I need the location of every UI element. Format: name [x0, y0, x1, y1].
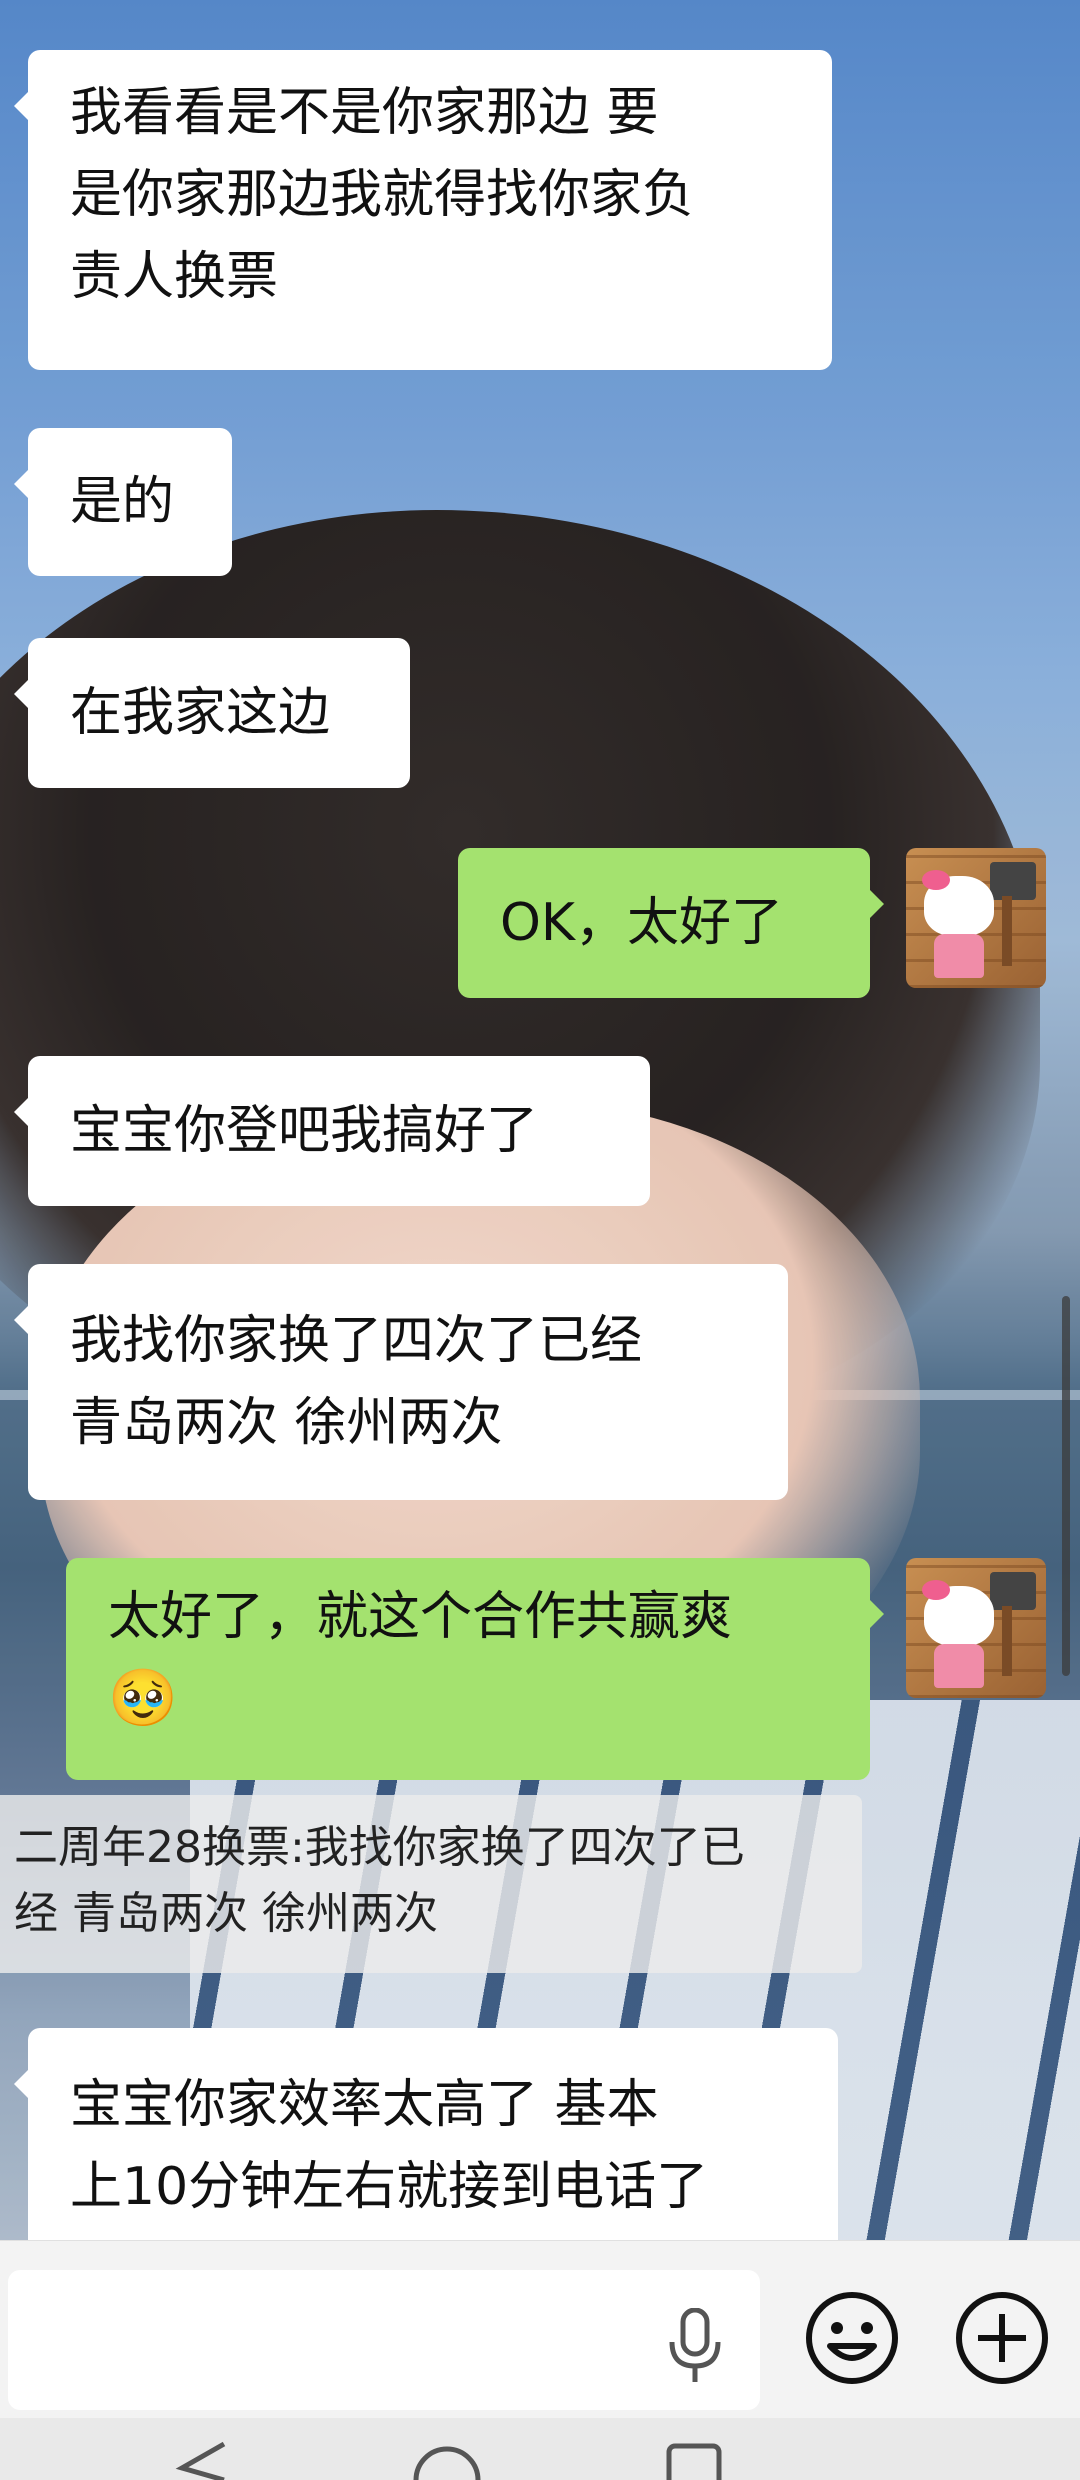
chat-scrollbar[interactable]	[1062, 1296, 1070, 1676]
message-line: 太好了，就这个合作共赢爽	[108, 1587, 733, 1647]
avatar-bow	[922, 870, 950, 890]
incoming-message[interactable]: 我看看是不是你家那边 要 是你家那边我就得找你家负 责人换票	[14, 50, 832, 370]
avatar-bow	[922, 1580, 950, 1600]
message-line: 是你家那边我就得找你家负	[70, 165, 695, 225]
message-line: 🥹	[108, 1666, 178, 1731]
plus-icon[interactable]	[954, 2290, 1050, 2386]
incoming-message[interactable]: 我找你家换了四次了已经 青岛两次 徐州两次	[14, 1264, 788, 1500]
message-line: 宝宝你家效率太高了 基本	[70, 2075, 659, 2135]
message-text: 在我家这边	[70, 683, 331, 743]
message-line: 青岛两次 徐州两次	[70, 1393, 503, 1453]
incoming-message[interactable]: 宝宝你登吧我搞好了	[14, 1056, 650, 1206]
message-line: 我找你家换了四次了已经	[70, 1311, 643, 1371]
avatar-dress	[934, 934, 984, 978]
message-input[interactable]	[8, 2270, 760, 2410]
quoted-reply[interactable]: 二周年28换票:我找你家换了四次了已 经 青岛两次 徐州两次	[0, 1795, 862, 1973]
system-nav-bar	[0, 2418, 1080, 2480]
message-text: 宝宝你登吧我搞好了	[70, 1101, 539, 1161]
message-text: OK，太好了	[500, 893, 784, 953]
message-line: 责人换票	[70, 247, 279, 307]
recents-icon[interactable]	[664, 2438, 724, 2480]
quote-line: 经 青岛两次 徐州两次	[14, 1888, 438, 1939]
home-icon[interactable]	[412, 2438, 482, 2480]
message-line: 上10分钟左右就接到电话了	[70, 2157, 709, 2217]
avatar-hammer-handle	[1002, 1606, 1012, 1676]
incoming-message[interactable]: 是的	[14, 428, 232, 576]
outgoing-message[interactable]: OK，太好了	[458, 848, 884, 998]
my-avatar[interactable]	[906, 848, 1046, 988]
my-avatar[interactable]	[906, 1558, 1046, 1698]
avatar-hammer	[990, 1572, 1036, 1610]
outgoing-message[interactable]: 太好了，就这个合作共赢爽 🥹	[66, 1558, 884, 1780]
quote-line: 二周年28换票:我找你家换了四次了已	[14, 1822, 745, 1873]
back-icon[interactable]	[172, 2438, 232, 2480]
avatar-dress	[934, 1644, 984, 1688]
avatar-hammer	[990, 862, 1036, 900]
incoming-message[interactable]: 宝宝你家效率太高了 基本 上10分钟左右就接到电话了	[14, 2028, 838, 2240]
message-text: 是的	[70, 472, 175, 532]
emoji-icon[interactable]	[804, 2290, 900, 2386]
message-line: 我看看是不是你家那边 要	[70, 83, 659, 143]
avatar-hammer-handle	[1002, 896, 1012, 966]
incoming-message[interactable]: 在我家这边	[14, 638, 410, 788]
microphone-icon[interactable]	[664, 2308, 726, 2384]
